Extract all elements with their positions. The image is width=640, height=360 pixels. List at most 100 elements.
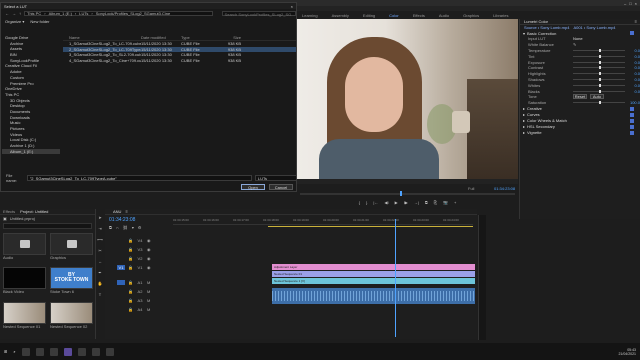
forward-icon[interactable]: → — [12, 11, 16, 16]
linked-selection-icon[interactable]: ⛓ — [123, 225, 128, 230]
bin-item[interactable]: Graphics — [50, 233, 93, 262]
play-icon[interactable]: ▶ — [395, 201, 398, 205]
mute-icon[interactable]: M — [147, 280, 150, 285]
eye-icon[interactable]: ◉ — [147, 265, 151, 270]
lock-icon[interactable]: 🔒 — [128, 238, 133, 243]
windows-start-icon[interactable]: ⊞ — [4, 349, 7, 354]
track-source-toggle[interactable] — [117, 298, 125, 303]
taskbar-app-icon[interactable] — [49, 347, 58, 356]
workspace-graphics[interactable]: Graphics — [463, 13, 479, 18]
go-to-in-icon[interactable]: |← — [373, 201, 378, 205]
track-name[interactable]: A1 — [136, 280, 144, 285]
slider-knob[interactable] — [599, 54, 601, 58]
workspace-learning[interactable]: Learning — [302, 13, 318, 18]
search-icon[interactable]: ⌕ — [13, 349, 15, 354]
lock-icon[interactable]: 🔒 — [128, 247, 133, 252]
bin-item[interactable]: Nested Sequence 02 — [50, 301, 93, 331]
address-segment[interactable]: Album_1 (E:) — [49, 11, 72, 16]
file-name-input[interactable]: "2_SGamut3CineSLog2_To_LC-709TypeA.cube" — [26, 174, 252, 181]
column-type[interactable]: Type — [181, 35, 211, 40]
close-icon[interactable]: × — [635, 1, 637, 6]
export-frame-icon[interactable]: 📷 — [443, 201, 448, 205]
section-enable-checkbox[interactable] — [630, 130, 634, 135]
slider-value[interactable]: 0.0 — [628, 65, 640, 70]
selection-tool-icon[interactable]: ➤ — [98, 215, 101, 222]
slider-track[interactable] — [573, 60, 625, 64]
track-name[interactable]: A2 — [136, 289, 144, 294]
lock-icon[interactable]: 🔒 — [128, 256, 133, 261]
column-date[interactable]: Date modified — [141, 35, 181, 40]
add-marker-icon[interactable]: ▾ — [132, 225, 134, 230]
panel-menu-icon[interactable]: ≡ — [635, 19, 640, 24]
program-timecode[interactable]: 01:34:23:08 — [494, 186, 515, 191]
workspace-assembly[interactable]: Assembly — [332, 13, 349, 18]
lock-icon[interactable]: 🔒 — [128, 265, 133, 270]
mark-in-icon[interactable]: { — [359, 201, 360, 205]
slider-knob[interactable] — [599, 66, 601, 70]
tab-effects[interactable]: Effects — [3, 209, 15, 214]
track-name[interactable]: A4 — [136, 307, 144, 312]
slider-track[interactable] — [573, 48, 625, 52]
slider-knob[interactable] — [599, 89, 601, 93]
lock-icon[interactable]: 🔒 — [128, 289, 133, 294]
mark-out-icon[interactable]: } — [366, 201, 367, 205]
file-type-select[interactable]: LUTs — [254, 174, 297, 181]
track-source-toggle[interactable] — [117, 247, 125, 252]
track-source-toggle[interactable] — [117, 256, 125, 261]
track-name[interactable]: V4 — [136, 238, 144, 243]
reset-button[interactable]: Reset — [573, 94, 587, 100]
lift-icon[interactable]: ⧉ — [425, 201, 428, 205]
audio-clip[interactable] — [272, 288, 475, 304]
taskbar-app-icon[interactable] — [35, 347, 44, 356]
bin-item[interactable]: Black Video — [3, 267, 46, 296]
track-source-toggle[interactable] — [117, 289, 125, 294]
tab-project[interactable]: Project: Untitled — [20, 209, 48, 214]
slider-value[interactable]: 0.0 — [628, 54, 640, 59]
step-back-icon[interactable]: ◀I — [384, 201, 388, 205]
program-fit-dropdown[interactable]: Full — [468, 186, 474, 191]
taskbar-app-icon[interactable] — [105, 347, 114, 356]
lumetri-tab[interactable]: Lumetri Color — [524, 19, 548, 24]
slider-value[interactable]: 0.0 — [628, 71, 640, 76]
section-enable-checkbox[interactable] — [630, 118, 634, 123]
button-editor-icon[interactable]: + — [454, 201, 456, 205]
workspace-editing[interactable]: Editing — [363, 13, 375, 18]
slider-value[interactable]: 0.0 — [628, 60, 640, 65]
file-row[interactable]: 4_SGamut3CineSLog2_To_Cine+709.cube15/11… — [63, 58, 296, 64]
dialog-close-icon[interactable]: × — [291, 4, 296, 9]
section-enable-checkbox[interactable] — [630, 124, 634, 129]
lumetri-source-clip[interactable]: A001 • Sony Lomb.mp4 — [573, 25, 615, 30]
timeline-timecode[interactable]: 01:34:23:08 — [109, 217, 135, 223]
slider-knob[interactable] — [599, 60, 601, 64]
address-bar[interactable]: This PC › Album_1 (E:) › LUTs › SonyLook/Pr… — [24, 11, 213, 16]
bin-item[interactable]: BY STOKE TOWN Stoke Town 6 — [50, 267, 93, 296]
lock-icon[interactable]: 🔒 — [128, 298, 133, 303]
slider-track[interactable] — [573, 77, 625, 81]
slider-value[interactable]: 0.0 — [628, 77, 640, 82]
bin-item[interactable]: Audio — [3, 233, 46, 262]
workspace-audio[interactable]: Audio — [439, 13, 449, 18]
extract-icon[interactable]: ⎘ — [434, 201, 437, 205]
mute-icon[interactable]: M — [147, 289, 150, 294]
auto-button[interactable]: Auto — [590, 94, 604, 100]
minimize-icon[interactable]: – — [624, 1, 626, 6]
lumetri-section-vignette[interactable]: ▸ Vignette — [520, 130, 640, 136]
saturation-value[interactable]: 100.0 — [628, 100, 640, 105]
mute-icon[interactable]: M — [147, 307, 150, 312]
workspace-libraries[interactable]: Libraries — [493, 13, 508, 18]
slider-value[interactable]: 0.0 — [628, 83, 640, 88]
timeline-playhead[interactable] — [395, 219, 396, 337]
track-source-toggle[interactable] — [117, 279, 125, 285]
taskbar-app-icon[interactable] — [77, 347, 86, 356]
eye-icon[interactable]: ◉ — [147, 247, 151, 252]
panel-menu-icon[interactable]: ≡ — [125, 209, 127, 214]
open-button[interactable]: Open — [241, 184, 265, 190]
slider-track[interactable] — [573, 54, 625, 58]
slider-value[interactable]: 0.0 — [628, 89, 640, 94]
eye-icon[interactable]: ◉ — [147, 256, 151, 261]
eyedropper-icon[interactable]: ✎ — [573, 42, 576, 47]
work-area-bar[interactable] — [268, 226, 473, 227]
razor-icon[interactable]: ✂ — [98, 248, 101, 255]
timeline-tab[interactable]: ANU — [113, 209, 121, 214]
track-source-toggle[interactable] — [117, 238, 125, 243]
